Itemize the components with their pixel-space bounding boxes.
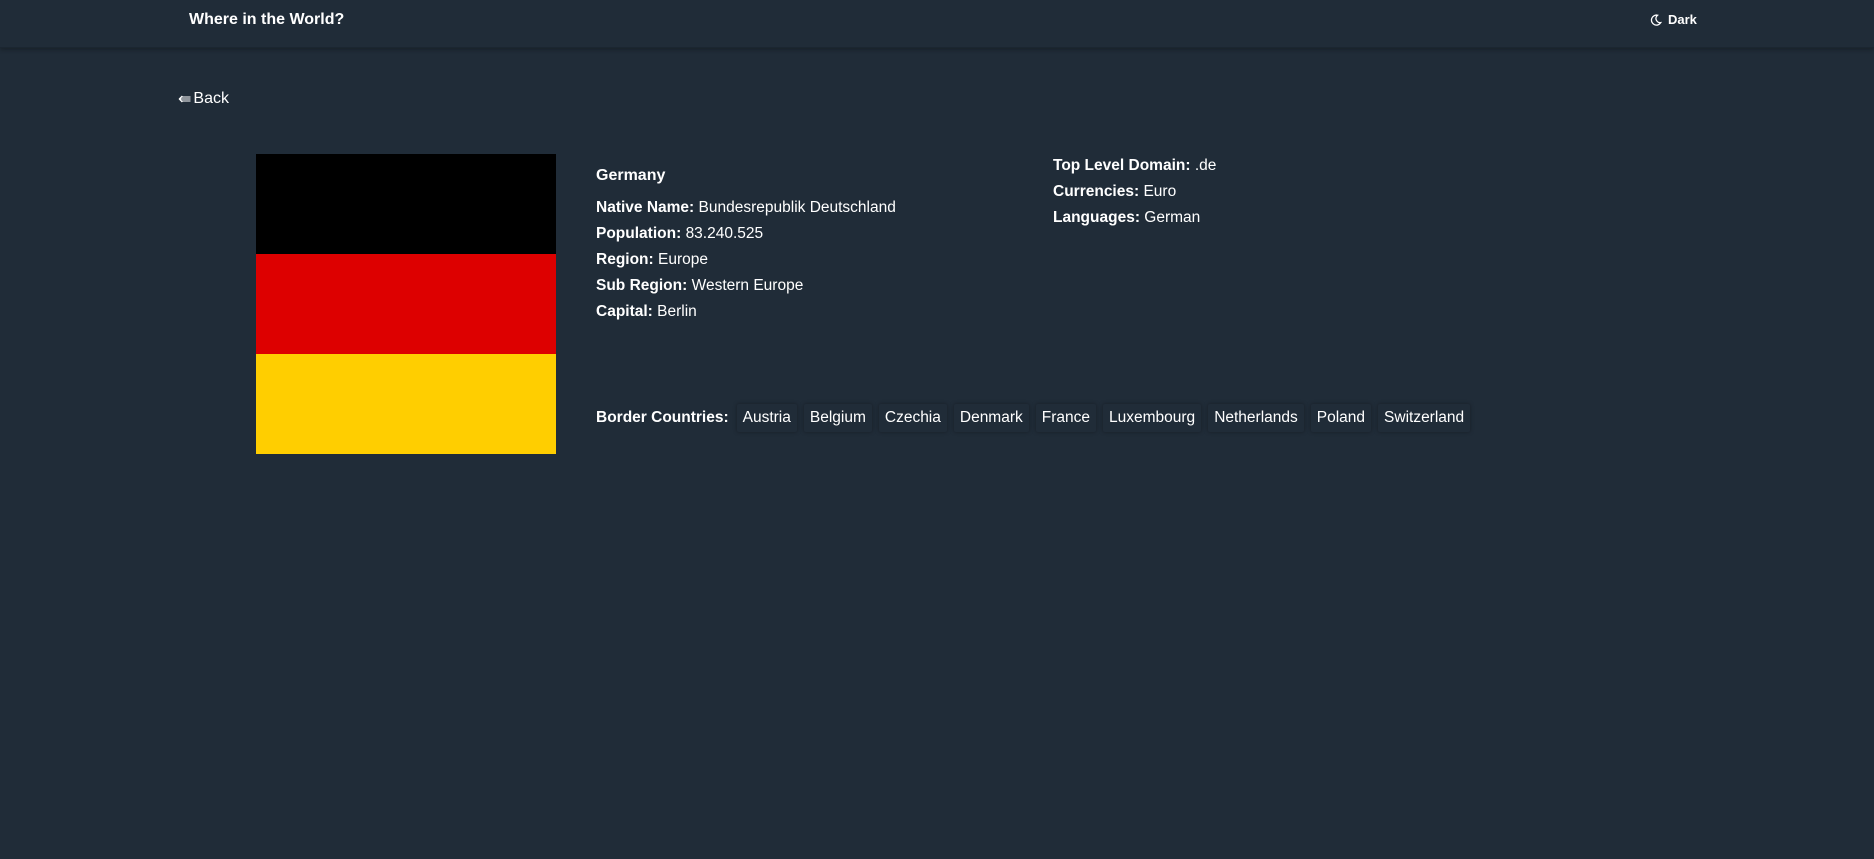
languages-value: German xyxy=(1144,209,1201,226)
border-country-switzerland[interactable]: Switzerland xyxy=(1378,404,1471,432)
population-row: Population: 83.240.525 xyxy=(596,221,896,247)
capital-label: Capital: xyxy=(596,303,653,320)
currencies-row: Currencies: Euro xyxy=(1053,179,1216,205)
app-header: Where in the World? Dark xyxy=(0,0,1874,48)
tld-label: Top Level Domain: xyxy=(1053,157,1191,174)
border-countries-label: Border Countries: xyxy=(596,409,729,426)
languages-row: Languages: German xyxy=(1053,205,1216,231)
currencies-value: Euro xyxy=(1143,183,1177,200)
capital-row: Capital: Berlin xyxy=(596,299,896,325)
region-label: Region: xyxy=(596,251,654,268)
back-button[interactable]: ⇚ Back xyxy=(178,89,229,109)
sub-region-row: Sub Region: Western Europe xyxy=(596,273,896,299)
native-name-value: Bundesrepublik Deutschland xyxy=(698,199,896,216)
population-value: 83.240.525 xyxy=(685,225,764,242)
theme-toggle-button[interactable]: Dark xyxy=(1650,12,1697,27)
border-countries: Border Countries: Austria Belgium Czechi… xyxy=(596,404,1477,432)
country-name: Germany xyxy=(596,167,666,184)
currencies-label: Currencies: xyxy=(1053,183,1140,200)
sub-region-value: Western Europe xyxy=(691,277,804,294)
back-label: Back xyxy=(193,90,229,107)
region-row: Region: Europe xyxy=(596,247,896,273)
languages-label: Languages: xyxy=(1053,209,1140,226)
capital-value: Berlin xyxy=(657,303,697,320)
native-name-label: Native Name: xyxy=(596,199,695,216)
theme-toggle-label: Dark xyxy=(1668,12,1697,27)
border-country-france[interactable]: France xyxy=(1035,404,1097,432)
population-label: Population: xyxy=(596,225,682,242)
country-details-primary: Germany Native Name: Bundesrepublik Deut… xyxy=(596,166,896,325)
app-title: Where in the World? xyxy=(189,11,345,28)
moon-icon xyxy=(1650,14,1662,26)
border-country-luxembourg[interactable]: Luxembourg xyxy=(1103,404,1202,432)
flag-stripe-gold xyxy=(256,354,556,454)
border-country-belgium[interactable]: Belgium xyxy=(803,404,872,432)
country-details-secondary: Top Level Domain: .de Currencies: Euro L… xyxy=(1053,153,1216,231)
border-country-poland[interactable]: Poland xyxy=(1310,404,1372,432)
border-country-austria[interactable]: Austria xyxy=(736,404,797,432)
flag-stripe-black xyxy=(256,154,556,254)
native-name-row: Native Name: Bundesrepublik Deutschland xyxy=(596,195,896,221)
tld-value: .de xyxy=(1194,157,1217,174)
border-country-czechia[interactable]: Czechia xyxy=(878,404,947,432)
back-arrow-icon: ⇚ xyxy=(178,91,192,108)
tld-row: Top Level Domain: .de xyxy=(1053,153,1216,179)
border-country-netherlands[interactable]: Netherlands xyxy=(1208,404,1304,432)
country-flag xyxy=(256,154,556,454)
sub-region-label: Sub Region: xyxy=(596,277,688,294)
flag-stripe-red xyxy=(256,254,556,354)
region-value: Europe xyxy=(658,251,708,268)
border-country-denmark[interactable]: Denmark xyxy=(953,404,1029,432)
